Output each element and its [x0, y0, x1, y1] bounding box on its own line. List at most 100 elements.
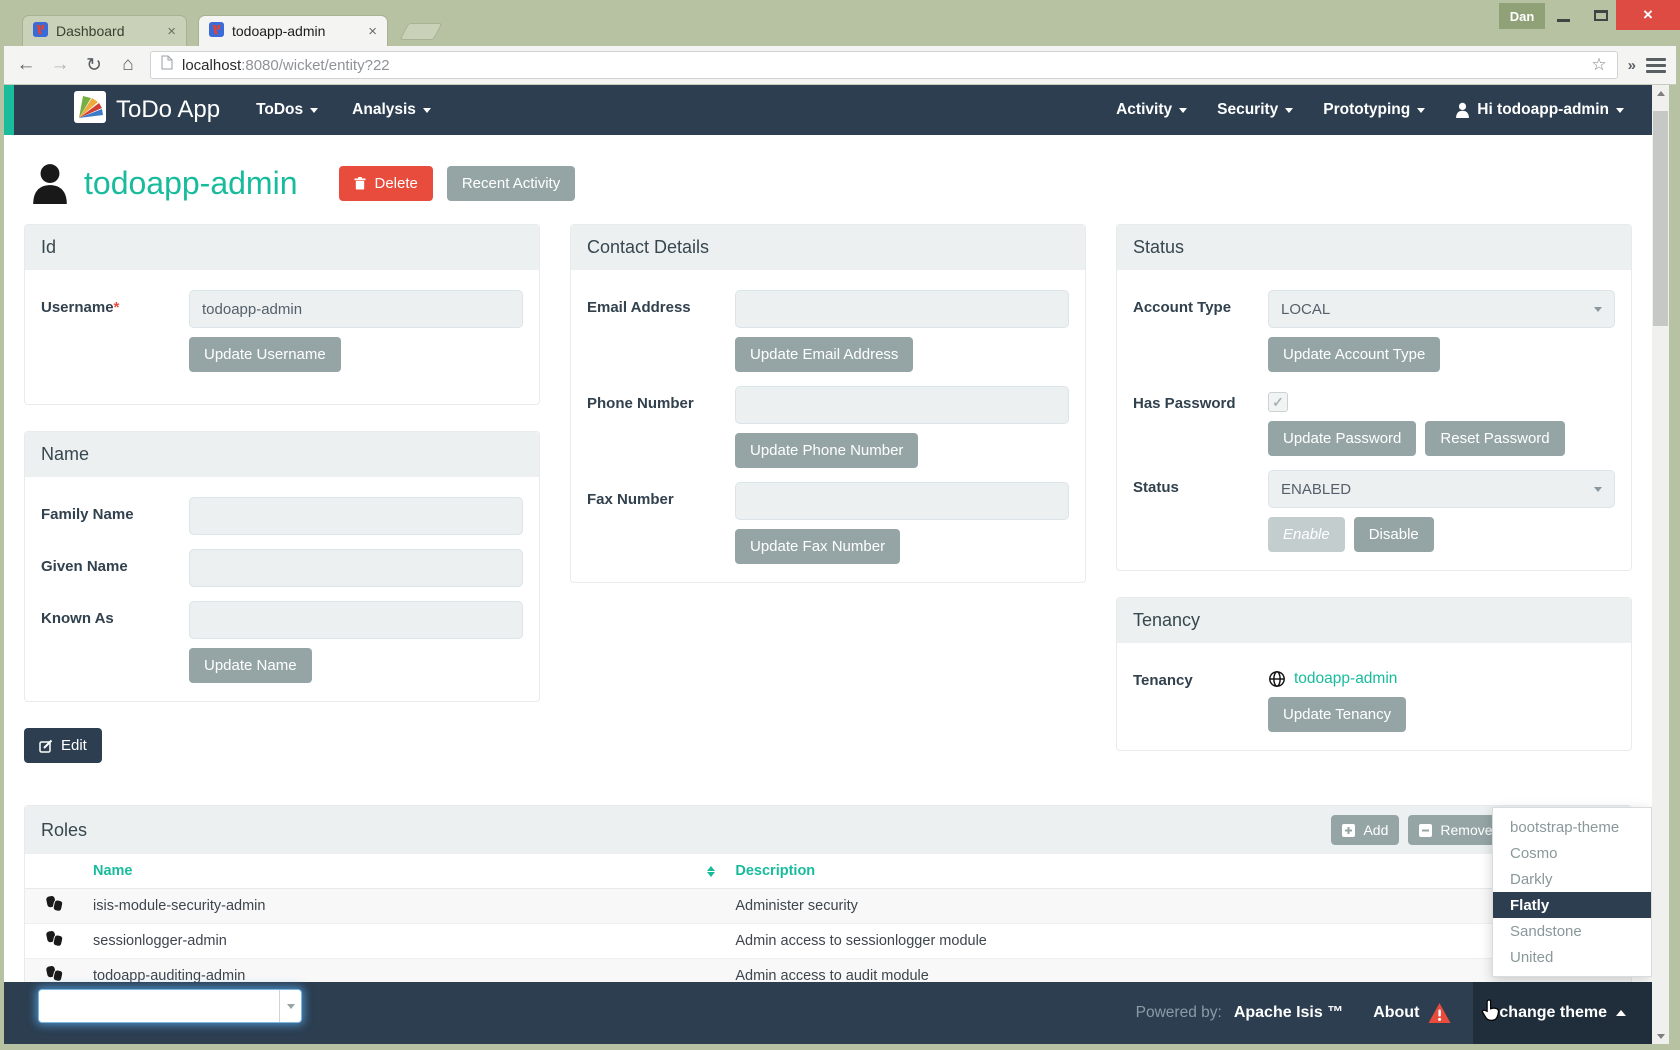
add-role-button[interactable]: Add [1331, 815, 1400, 845]
scrollbar-thumb[interactable] [1653, 111, 1668, 326]
chevron-down-icon [1616, 107, 1624, 113]
username-label: Username* [41, 299, 120, 316]
plus-square-icon [1342, 823, 1356, 837]
extensions-overflow-icon[interactable]: » [1628, 57, 1636, 74]
select-caret-icon [1594, 306, 1602, 312]
theme-item-darkly[interactable]: Darkly [1493, 866, 1651, 892]
edit-pencil-icon [39, 739, 53, 753]
select-caret-icon [1594, 486, 1602, 492]
back-icon[interactable]: ← [14, 54, 38, 76]
chrome-menu-icon[interactable] [1646, 57, 1666, 73]
mouse-cursor [1481, 998, 1502, 1028]
edit-button[interactable]: Edit [24, 728, 102, 763]
tab-dashboard[interactable]: Dashboard × [22, 15, 187, 46]
window-minimize-button[interactable] [1546, 0, 1580, 30]
menu-user[interactable]: Hi todoapp-admin [1455, 101, 1624, 119]
vertical-scrollbar[interactable] [1652, 85, 1669, 1044]
family-name-input[interactable] [189, 497, 523, 535]
scrollbar-down-arrow[interactable] [1652, 1028, 1669, 1044]
theme-item-sandstone[interactable]: Sandstone [1493, 918, 1651, 944]
tenancy-panel: Tenancy Tenancy todoapp-admin Update Ten… [1116, 597, 1632, 751]
url-bar[interactable]: localhost:8080/wicket/entity?22 ☆ [150, 51, 1618, 79]
theme-item-united[interactable]: United [1493, 944, 1651, 970]
change-theme-button[interactable]: change theme [1473, 982, 1652, 1044]
menu-todos[interactable]: ToDos [256, 101, 319, 119]
chevron-down-icon [1417, 107, 1426, 113]
user-icon [1455, 102, 1470, 118]
table-row[interactable]: sessionlogger-admin Admin access to sess… [25, 923, 1631, 959]
chrome-profile-badge[interactable]: Dan [1499, 3, 1545, 29]
tab-close-icon[interactable]: × [368, 24, 377, 39]
reload-icon[interactable]: ↻ [82, 54, 106, 77]
update-username-button[interactable]: Update Username [189, 337, 341, 372]
update-name-button[interactable]: Update Name [189, 648, 312, 683]
app-brand-label: ToDo App [116, 96, 221, 123]
update-email-button[interactable]: Update Email Address [735, 337, 914, 372]
app-brand[interactable]: ToDo App [74, 90, 221, 130]
account-type-select[interactable]: LOCAL [1268, 290, 1615, 328]
powered-by-label: Powered by: [1135, 1004, 1222, 1021]
theme-item-cosmo[interactable]: Cosmo [1493, 840, 1651, 866]
email-input[interactable] [735, 290, 1069, 328]
window-close-button[interactable]: × [1616, 0, 1680, 30]
fax-input[interactable] [735, 482, 1069, 520]
known-as-input[interactable] [189, 601, 523, 639]
entity-header: todoapp-admin Delete Recent Activity [32, 162, 1632, 204]
menu-activity[interactable]: Activity [1116, 101, 1188, 119]
status-select[interactable]: ENABLED [1268, 470, 1615, 508]
tab-todoapp-admin[interactable]: todoapp-admin × [198, 15, 388, 46]
tab-close-icon[interactable]: × [167, 24, 176, 39]
window-maximize-button[interactable] [1584, 0, 1618, 30]
footer-search-select[interactable] [38, 989, 302, 1023]
role-masks-icon [45, 896, 63, 912]
home-icon[interactable]: ⌂ [116, 54, 140, 76]
role-masks-icon [45, 931, 63, 947]
apache-isis-link[interactable]: Apache Isis ™ [1234, 1004, 1343, 1022]
required-marker: * [113, 299, 120, 316]
username-input[interactable] [189, 290, 523, 328]
menu-prototyping[interactable]: Prototyping [1323, 101, 1426, 119]
column-3: Status Account Type LOCAL Update Account… [1116, 224, 1632, 777]
minus-square-icon [1419, 823, 1433, 837]
bookmark-star-icon[interactable]: ☆ [1591, 55, 1606, 75]
name-column-header[interactable]: Name [83, 854, 726, 889]
menu-security[interactable]: Security [1217, 101, 1294, 119]
remove-role-button[interactable]: Remove [1408, 815, 1504, 845]
update-tenancy-button[interactable]: Update Tenancy [1268, 697, 1407, 732]
name-panel: Name Family Name Given Name Known As Upd… [24, 431, 540, 702]
theme-item-bootstrap-theme[interactable]: bootstrap-theme [1493, 814, 1651, 840]
recent-activity-button[interactable]: Recent Activity [446, 165, 576, 201]
role-name[interactable]: isis-module-security-admin [83, 888, 726, 924]
contact-details-panel: Contact Details Email Address Update Ema… [570, 224, 1086, 583]
contact-panel-header: Contact Details [571, 225, 1085, 270]
given-name-input[interactable] [189, 549, 523, 587]
scrollbar-up-arrow[interactable] [1652, 85, 1669, 101]
disable-button[interactable]: Disable [1353, 517, 1434, 552]
family-name-label: Family Name [41, 506, 134, 523]
update-password-button[interactable]: Update Password [1268, 421, 1417, 456]
tenancy-label: Tenancy [1133, 672, 1193, 689]
url-text[interactable]: localhost:8080/wicket/entity?22 [182, 57, 1582, 74]
update-phone-button[interactable]: Update Phone Number [735, 433, 919, 468]
phone-input[interactable] [735, 386, 1069, 424]
delete-button[interactable]: Delete [339, 165, 433, 201]
about-link[interactable]: About [1373, 1004, 1419, 1022]
menu-analysis[interactable]: Analysis [352, 101, 431, 119]
roles-title: Roles [41, 819, 88, 840]
theme-item-flatly[interactable]: Flatly [1493, 892, 1651, 918]
page-document-icon [161, 55, 173, 75]
role-name[interactable]: sessionlogger-admin [83, 923, 726, 959]
enable-button: Enable [1268, 517, 1345, 552]
tenancy-link[interactable]: todoapp-admin [1294, 670, 1397, 688]
reset-password-button[interactable]: Reset Password [1425, 421, 1565, 456]
favicon-isis [33, 22, 48, 40]
warning-icon [1428, 1003, 1451, 1023]
trash-icon [354, 176, 367, 190]
update-fax-button[interactable]: Update Fax Number [735, 529, 901, 564]
person-icon [32, 162, 68, 204]
update-account-type-button[interactable]: Update Account Type [1268, 337, 1441, 372]
table-row[interactable]: isis-module-security-admin Administer se… [25, 888, 1631, 924]
new-tab-button[interactable] [399, 23, 443, 40]
browser-toolbar: ← → ↻ ⌂ localhost:8080/wicket/entity?22 … [4, 46, 1676, 85]
sort-icon[interactable] [707, 866, 716, 877]
